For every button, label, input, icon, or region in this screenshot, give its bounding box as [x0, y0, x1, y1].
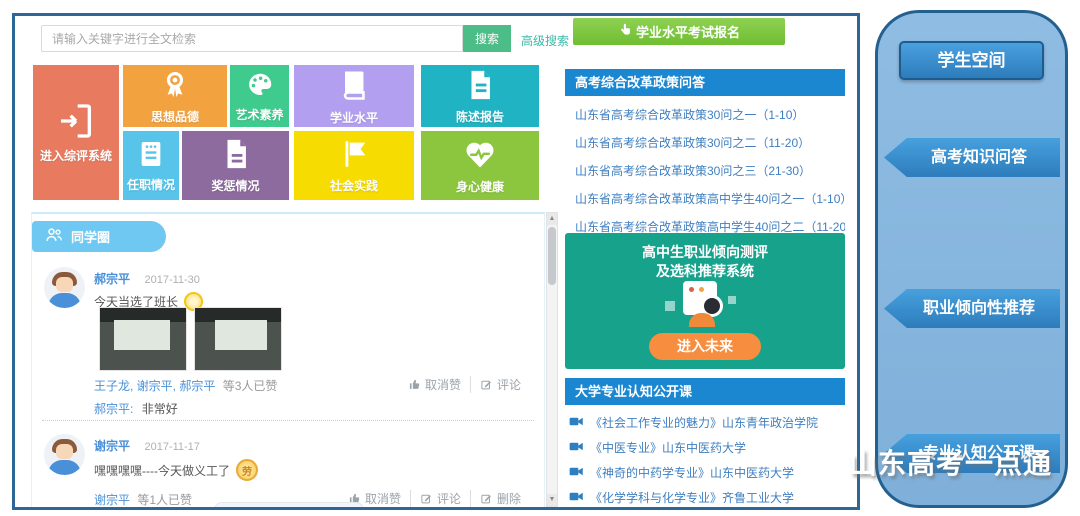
- tile-position-status[interactable]: 任职情况: [123, 131, 179, 200]
- side-label-student-space[interactable]: 学生空间: [899, 41, 1044, 80]
- tile-label: 思想品德: [151, 108, 199, 125]
- comment-button[interactable]: 评论: [410, 490, 470, 507]
- tile-grid: 进入综评系统 思想品德 艺术素养 学业水平: [15, 16, 555, 206]
- video-camera-icon: [569, 440, 584, 456]
- flag-icon: [337, 137, 371, 171]
- edit-icon: [480, 492, 493, 505]
- clipboard-icon: [135, 138, 167, 170]
- tile-physical-mental-health[interactable]: 身心健康: [421, 131, 539, 200]
- avatar-face: [56, 277, 73, 292]
- promo-illustration: [645, 281, 765, 327]
- tile-statement-report[interactable]: 陈述报告: [421, 65, 539, 127]
- avatar-body: [48, 293, 81, 308]
- course-list-item[interactable]: 《化学学科与化学专业》齐鲁工业大学: [565, 485, 851, 510]
- tile-label: 任职情况: [127, 176, 175, 193]
- side-label-career-tendency[interactable]: 职业倾向性推荐: [884, 289, 1060, 328]
- like-suffix: 等3人已赞: [223, 379, 278, 393]
- unlike-button[interactable]: 取消赞: [399, 376, 470, 393]
- pointer-hand-icon: [618, 23, 632, 40]
- divider: [42, 420, 534, 421]
- course-title: 《中医专业》山东中医药大学: [590, 439, 746, 456]
- edit-icon: [480, 378, 493, 391]
- policy-list-item[interactable]: 山东省高考综合改革政策高中学生40问之一（1-10）: [565, 185, 845, 213]
- courses-section-header: 大学专业认知公开课: [565, 378, 845, 405]
- comment-button[interactable]: 评论: [470, 376, 530, 393]
- policy-list-item[interactable]: 山东省高考综合改革政策30问之二（11-20）: [565, 129, 845, 157]
- tile-label: 艺术素养: [235, 106, 283, 123]
- feed-header: 同学圈: [32, 221, 166, 252]
- main-panel: 搜索 高级搜索 学业水平考试报名 进入综评系统 思想品德: [12, 13, 860, 510]
- scrollbar-thumb[interactable]: [548, 227, 556, 285]
- tile-label: 陈述报告: [456, 108, 504, 125]
- course-list-item[interactable]: 《社会工作专业的魅力》山东青年政治学院: [565, 410, 851, 435]
- course-list-item[interactable]: 《神奇的中药学专业》山东中医药大学: [565, 460, 851, 485]
- course-list: 《社会工作专业的魅力》山东青年政治学院 《中医专业》山东中医药大学 《神奇的中药…: [565, 410, 851, 510]
- policy-section-header: 高考综合改革政策问答: [565, 69, 845, 96]
- course-title: 《社会工作专业的魅力》山东青年政治学院: [590, 414, 818, 431]
- post-author[interactable]: 谢宗平: [94, 439, 130, 453]
- door-enter-icon: [56, 101, 96, 141]
- post-date: 2017-11-17: [144, 441, 199, 453]
- exam-signup-label: 学业水平考试报名: [636, 22, 740, 41]
- tile-label: 社会实践: [330, 177, 378, 194]
- video-camera-icon: [569, 490, 584, 506]
- like-names[interactable]: 谢宗平: [94, 493, 130, 507]
- tile-label: 学业水平: [330, 109, 378, 126]
- classmates-feed-card: 同学圈 郝宗平 2017-11-30 今天当选了班长: [31, 212, 545, 510]
- course-list-item[interactable]: 《中医专业》山东中医药大学: [565, 435, 851, 460]
- course-title: 《神奇的中药学专业》山东中医药大学: [590, 464, 794, 481]
- delete-button[interactable]: 删除: [470, 490, 530, 507]
- medal-icon: [158, 68, 192, 102]
- people-icon: [44, 225, 64, 248]
- video-camera-icon: [569, 465, 584, 481]
- post-author[interactable]: 郝宗平: [94, 272, 130, 286]
- tile-enter-system[interactable]: 进入综评系统: [33, 65, 119, 200]
- side-panel: 学生空间 高考知识问答 职业倾向性推荐 专业认知公开课: [875, 10, 1068, 508]
- edit-icon: [420, 492, 433, 505]
- tile-art-quality[interactable]: 艺术素养: [230, 65, 289, 127]
- promo-title-line1: 高中生职业倾向测评: [565, 243, 845, 262]
- promo-card[interactable]: 高中生职业倾向测评 及选科推荐系统 进入未来: [565, 233, 845, 369]
- palette-icon: [245, 70, 275, 100]
- scroll-up-icon[interactable]: ▲: [547, 213, 557, 225]
- feed-scrollbar[interactable]: ▲ ▼: [546, 212, 558, 507]
- tile-moral-character[interactable]: 思想品德: [123, 65, 227, 127]
- comment-author[interactable]: 郝宗平:: [94, 402, 133, 416]
- avatar: [44, 267, 85, 308]
- tile-social-practice[interactable]: 社会实践: [294, 131, 414, 200]
- tile-academic-level[interactable]: 学业水平: [294, 65, 414, 127]
- like-names[interactable]: 王子龙, 谢宗平, 郝宗平: [94, 379, 215, 393]
- document-icon: [219, 137, 253, 171]
- side-label-gaokao-knowledge-qa[interactable]: 高考知识问答: [884, 138, 1060, 177]
- post-date: 2017-11-30: [144, 274, 199, 286]
- report-icon: [463, 68, 497, 102]
- enter-future-button[interactable]: 进入未来: [649, 333, 761, 360]
- policy-list-item[interactable]: 山东省高考综合改革政策30问之三（21-30）: [565, 157, 845, 185]
- promo-title-line2: 及选科推荐系统: [565, 262, 845, 281]
- heart-pulse-icon: [462, 136, 498, 172]
- scroll-down-icon[interactable]: ▼: [547, 494, 557, 506]
- post-text: 嘿嘿嘿嘿----今天做义工了: [94, 462, 230, 479]
- post-photo[interactable]: [194, 307, 282, 371]
- exam-signup-button[interactable]: 学业水平考试报名: [573, 18, 785, 45]
- page: 搜索 高级搜索 学业水平考试报名 进入综评系统 思想品德: [0, 0, 1080, 516]
- like-suffix: 等1人已赞: [137, 493, 192, 507]
- feed-title: 同学圈: [71, 227, 110, 246]
- policy-list-item[interactable]: 山东省高考综合改革政策30问之一（1-10）: [565, 101, 845, 129]
- load-more-button[interactable]: 加载更多: [214, 502, 364, 510]
- tile-label: 进入综评系统: [40, 147, 112, 164]
- post-photo[interactable]: [99, 307, 187, 371]
- tile-label: 奖惩情况: [211, 177, 259, 194]
- video-camera-icon: [569, 415, 584, 431]
- comment-text: 非常好: [142, 402, 178, 416]
- labor-coin-icon: 劳: [236, 459, 258, 481]
- thumb-up-icon: [408, 378, 421, 391]
- tile-reward-punishment[interactable]: 奖惩情况: [182, 131, 289, 200]
- policy-list: 山东省高考综合改革政策30问之一（1-10） 山东省高考综合改革政策30问之二（…: [565, 101, 845, 241]
- book-icon: [336, 67, 372, 103]
- avatar: [44, 434, 85, 475]
- course-title: 《化学学科与化学专业》齐鲁工业大学: [590, 489, 794, 506]
- side-label-major-open-course[interactable]: 专业认知公开课: [884, 434, 1060, 473]
- tile-label: 身心健康: [456, 178, 504, 195]
